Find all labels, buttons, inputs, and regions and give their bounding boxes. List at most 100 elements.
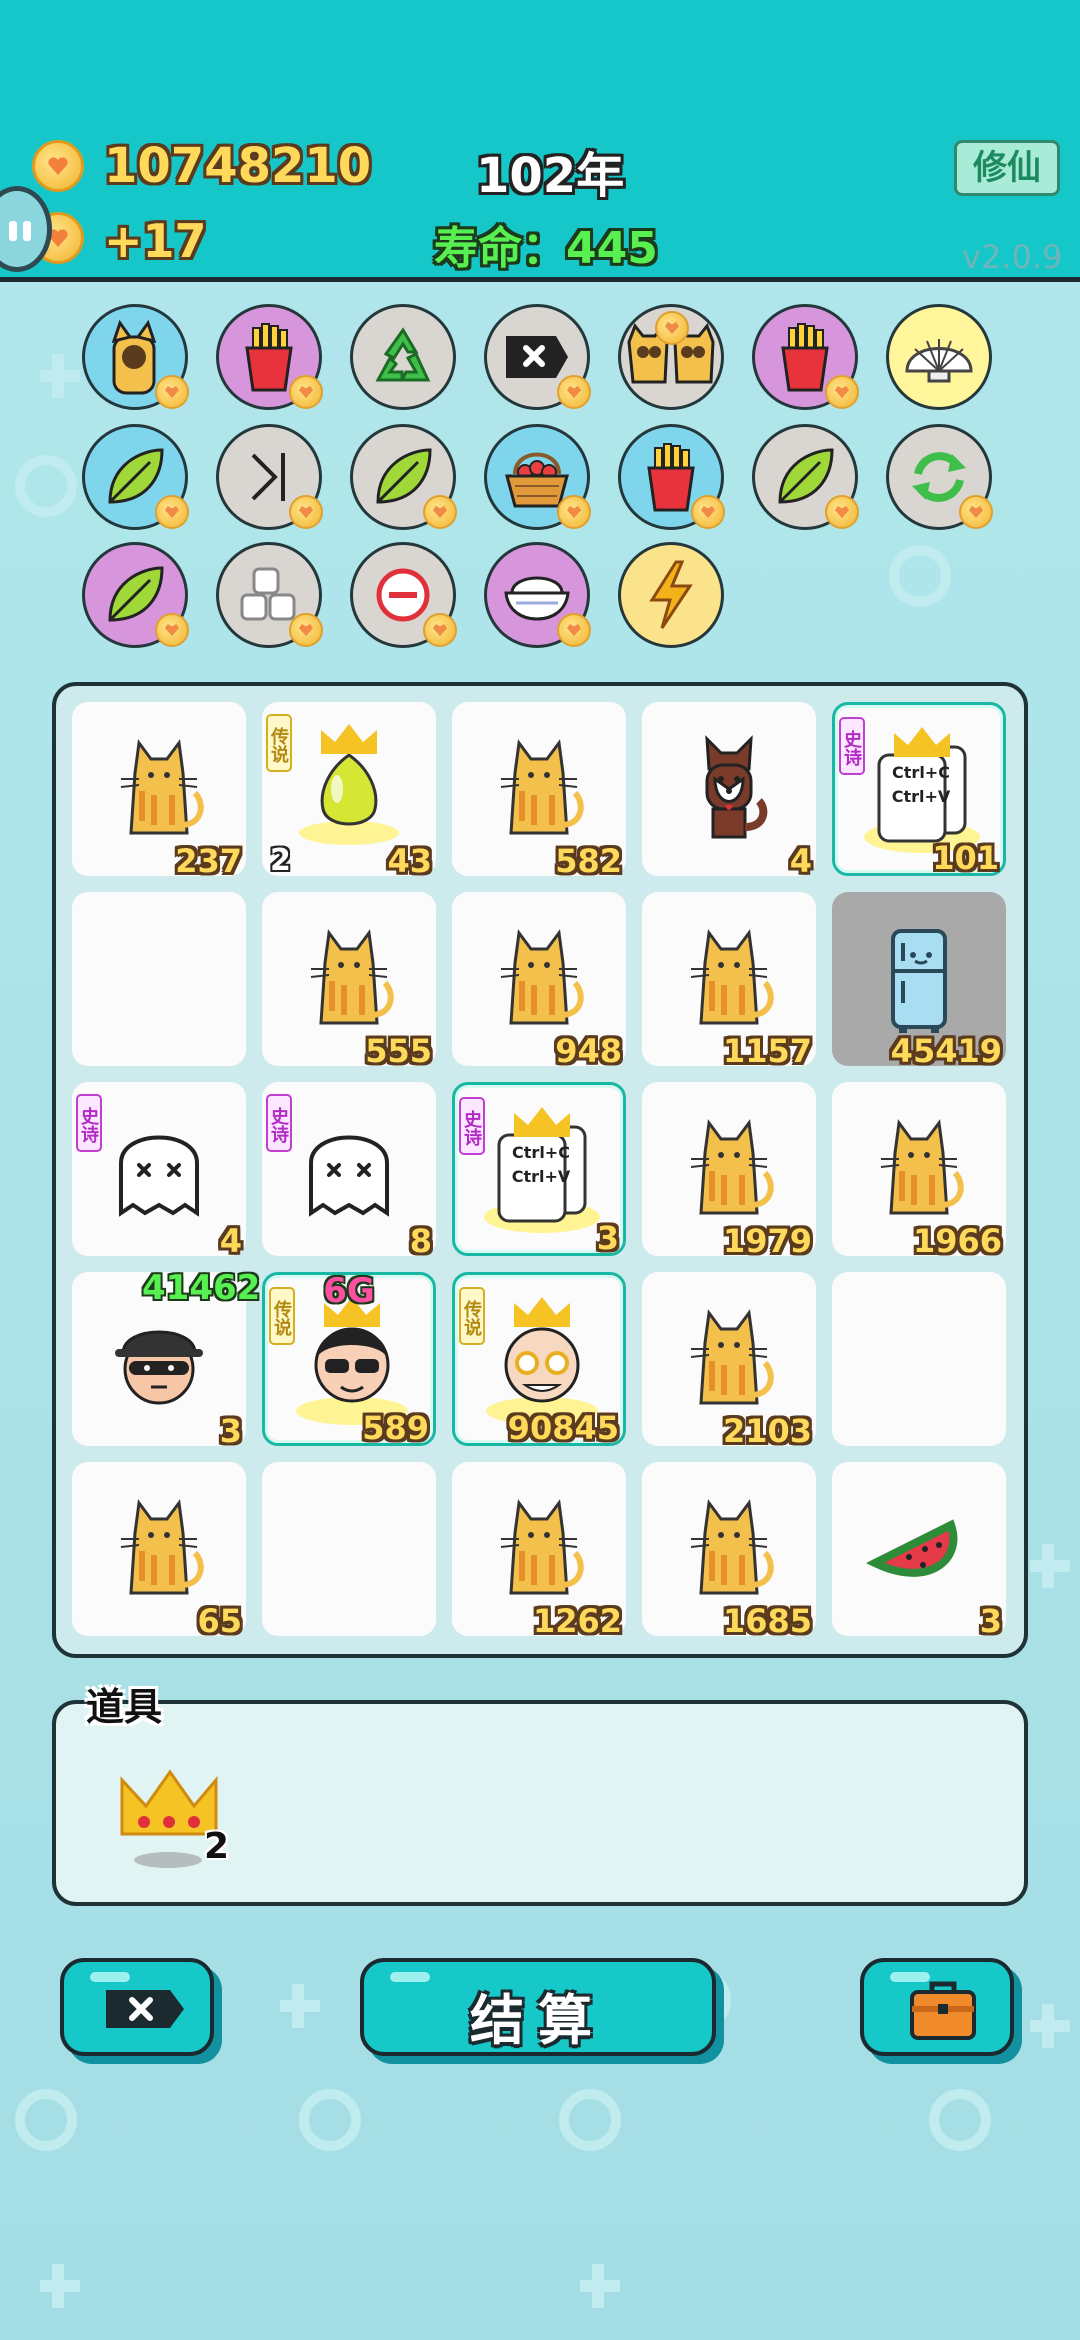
cell-count: 582 (555, 842, 622, 880)
skill-sugar[interactable] (216, 542, 323, 648)
skill-minus[interactable] (350, 542, 457, 648)
cell-count: 237 (175, 842, 242, 880)
board-cell-old-man[interactable]: 传说 90845 (452, 1272, 626, 1447)
skill-fruit-basket[interactable] (484, 424, 591, 530)
board-cell-ghost[interactable]: 史诗 4 (72, 1082, 246, 1260)
board-cell-thief[interactable]: 41462 3 (72, 1268, 260, 1450)
heart-coin-icon (557, 613, 591, 647)
board-cell-cat[interactable]: 2103 (642, 1272, 816, 1450)
board-cell-ghost[interactable]: 史诗 8 (262, 1082, 436, 1260)
board-cell-fridge[interactable]: 45419 (832, 892, 1006, 1070)
ctrl-cv-text: Ctrl+C Ctrl+V (891, 763, 951, 806)
heart-coin-icon (423, 613, 457, 647)
lifespan: 寿命：445 (434, 223, 658, 274)
heart-coin-icon (289, 613, 323, 647)
board-cell-cat[interactable]: 1966 (832, 1082, 1006, 1260)
heart-coin-icon (155, 613, 189, 647)
board-cell-sunglasses-man[interactable]: 传说 6G 589 (262, 1271, 436, 1447)
cell-count: 8 (409, 1222, 432, 1260)
xiuxian-button[interactable]: 修仙 (954, 140, 1060, 196)
cell-count: 43 (387, 842, 432, 880)
skill-shell[interactable] (886, 304, 992, 410)
cell-count: 1262 (532, 1602, 622, 1640)
cell-count: 3 (596, 1219, 619, 1257)
board-cell-empty[interactable] (832, 1272, 1006, 1446)
skill-leaf-2[interactable] (350, 424, 457, 530)
recycle-icon (375, 327, 431, 382)
skill-leaf-4[interactable] (82, 542, 189, 648)
skill-fries-2[interactable] (752, 304, 859, 410)
cell-count: 1979 (722, 1222, 812, 1260)
skill-skip[interactable] (216, 424, 323, 530)
delete-tag-icon (506, 336, 568, 378)
board-cell-cat[interactable]: 948 (452, 892, 626, 1070)
rarity-tag: 史诗 (839, 717, 865, 775)
settle-label: 结算 (470, 1989, 606, 2052)
heart-coin-icon (655, 311, 689, 345)
board-cell-cat[interactable]: 1979 (642, 1082, 816, 1260)
board-cell-ctrl-cv[interactable]: Ctrl+C Ctrl+V 史诗 3 (452, 1082, 626, 1257)
board-cell-empty[interactable] (72, 892, 246, 1066)
income-rate: +17 (104, 214, 207, 268)
board-cell-cat[interactable]: 582 (452, 702, 626, 880)
cell-count: 4 (789, 842, 812, 880)
board-cell-cat[interactable]: 1157 (642, 892, 816, 1070)
cell-count: 4 (219, 1222, 242, 1260)
skill-cat-peek[interactable] (82, 304, 189, 410)
heart-coin-icon (825, 495, 859, 529)
heart-coin-icon (557, 375, 591, 409)
board-cell-cat[interactable]: 65 (72, 1462, 246, 1640)
heart-coin-icon (959, 495, 993, 529)
board-cell-cat[interactable]: 555 (262, 892, 436, 1070)
skill-delete[interactable] (484, 304, 591, 410)
lightning-icon (649, 560, 693, 629)
rarity-tag: 传说 (459, 1287, 485, 1345)
fries-icon (781, 323, 829, 392)
skill-lightning[interactable] (618, 542, 724, 648)
heart-coin-icon (155, 375, 189, 409)
board-cell-pomelo[interactable]: 传说 2 43 (262, 702, 436, 880)
cell-top-label: 6G (323, 1271, 375, 1311)
cell-count: 1685 (722, 1602, 812, 1640)
ctrl-cv-text: Ctrl+C Ctrl+V (511, 1143, 571, 1186)
close-button[interactable] (60, 1958, 214, 2056)
skill-fries-3[interactable] (618, 424, 725, 530)
skip-icon (251, 453, 285, 501)
cell-top-label: 41462 (142, 1268, 261, 1308)
cell-count: 101 (932, 839, 999, 877)
skill-twin-cats[interactable] (618, 304, 724, 410)
fries-icon (245, 323, 293, 392)
version-label: v2.0.9 (962, 238, 1063, 276)
rarity-tag: 史诗 (266, 1094, 292, 1152)
board-cell-ctrl-cv[interactable]: Ctrl+C Ctrl+V 史诗 101 (832, 702, 1006, 877)
money-count: 10748210 (104, 138, 372, 194)
cell-level: 2 (270, 843, 291, 878)
skill-leaf-3[interactable] (752, 424, 859, 530)
game-board: 237 传说 2 43 582 4 Ctrl+C Ctrl+V 史诗 101 555 948 1157… (52, 682, 1028, 1658)
board-cell-cat[interactable]: 1262 (452, 1462, 626, 1640)
board-cell-watermelon[interactable]: 3 (832, 1462, 1006, 1640)
cell-count: 948 (555, 1032, 622, 1070)
skill-refresh[interactable] (886, 424, 993, 530)
shell-icon (905, 339, 973, 383)
fries-icon (647, 443, 695, 512)
close-tag-icon (106, 1990, 184, 2028)
skill-leaf-1[interactable] (82, 424, 189, 530)
board-cell-husky[interactable]: 4 (642, 702, 816, 880)
settle-button[interactable]: 结算 (360, 1958, 716, 2056)
cell-count: 1157 (722, 1032, 812, 1070)
skill-rice-bowl[interactable] (484, 542, 591, 648)
skill-fries-1[interactable] (216, 304, 323, 410)
bag-button[interactable] (860, 1958, 1014, 2056)
board-cell-empty[interactable] (262, 1462, 436, 1636)
cell-count: 555 (365, 1032, 432, 1070)
props-title: 道具 (86, 1685, 163, 1729)
board-cell-cat[interactable]: 237 (72, 702, 246, 880)
board-cell-cat[interactable]: 1685 (642, 1462, 816, 1640)
cell-count: 65 (197, 1602, 242, 1640)
coin-icon (32, 140, 84, 192)
cell-count: 1966 (912, 1222, 1002, 1260)
props-panel (52, 1700, 1028, 1906)
rarity-tag: 史诗 (459, 1097, 485, 1155)
skill-recycle[interactable] (350, 304, 456, 410)
